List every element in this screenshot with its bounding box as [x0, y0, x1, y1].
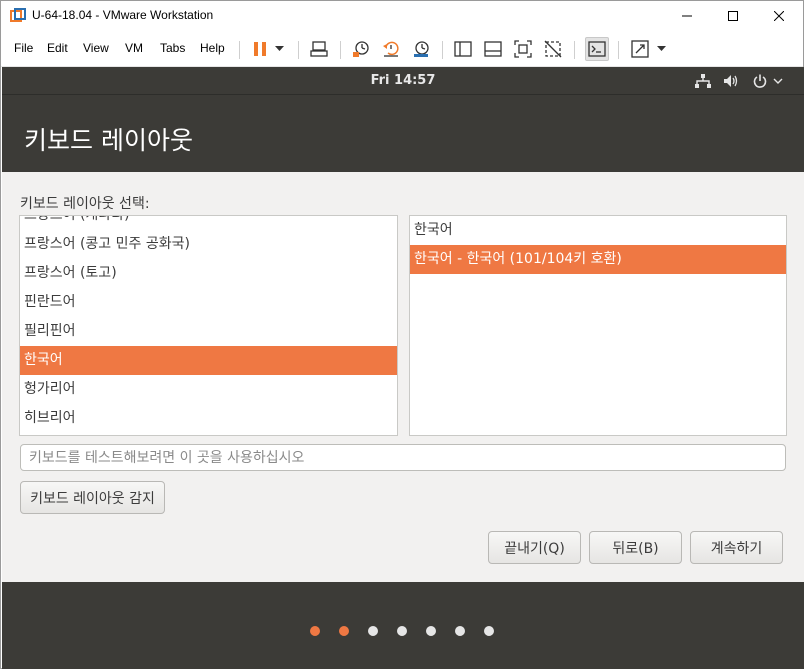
toolbar-separator — [442, 41, 443, 59]
menu-vm[interactable]: VM — [125, 41, 143, 55]
console-view-icon[interactable] — [585, 37, 609, 61]
progress-dot — [455, 626, 465, 636]
progress-dot — [397, 626, 407, 636]
vmware-window: U-64-18.04 - VMware Workstation File Edi… — [0, 0, 804, 669]
menu-file[interactable]: File — [14, 41, 33, 55]
maximize-button[interactable] — [710, 1, 756, 31]
clock[interactable]: Fri 14:57 — [2, 73, 804, 88]
installer-footer — [2, 582, 804, 669]
close-button[interactable] — [756, 1, 802, 31]
layout-item[interactable]: 프랑스어 (콩고 민주 공화국) — [20, 230, 397, 259]
menu-tabs[interactable]: Tabs — [160, 41, 185, 55]
toolbar-separator — [298, 41, 299, 59]
send-ctrl-alt-del-icon[interactable] — [307, 37, 331, 61]
guest-screen[interactable]: Fri 14:57 키보드 레이아웃 키보드 레이아웃 선택: 프랑스어 (캐나… — [2, 67, 804, 669]
chevron-down-icon[interactable] — [772, 73, 784, 89]
layout-item[interactable]: 필리핀어 — [20, 317, 397, 346]
installer-content: 키보드 레이아웃 선택: 프랑스어 (캐나다) 프랑스어 (콩고 민주 공화국)… — [2, 172, 804, 582]
progress-dot — [426, 626, 436, 636]
layout-item-selected[interactable]: 한국어 — [20, 346, 397, 375]
volume-icon[interactable] — [722, 73, 740, 89]
variant-item[interactable]: 한국어 — [410, 216, 786, 245]
layout-item[interactable]: 히브리어 — [20, 404, 397, 433]
thumbnail-bar-icon[interactable] — [481, 37, 505, 61]
library-icon[interactable] — [451, 37, 475, 61]
menu-view[interactable]: View — [83, 41, 109, 55]
dropdown-icon[interactable] — [269, 37, 289, 61]
layout-list[interactable]: 프랑스어 (캐나다) 프랑스어 (콩고 민주 공화국) 프랑스어 (토고) 핀란… — [19, 215, 398, 436]
progress-dots — [2, 626, 804, 636]
menu-edit[interactable]: Edit — [47, 41, 68, 55]
power-icon[interactable] — [751, 73, 769, 89]
fullscreen-icon[interactable] — [511, 37, 535, 61]
progress-dot — [484, 626, 494, 636]
snapshot-manager-icon[interactable] — [409, 37, 433, 61]
toolbar-separator — [574, 41, 575, 59]
menu-toolbar: File Edit View VM Tabs Help — [1, 31, 803, 67]
unity-icon[interactable] — [541, 37, 565, 61]
network-icon[interactable] — [694, 73, 712, 89]
menu-help[interactable]: Help — [200, 41, 225, 55]
variant-list[interactable]: 한국어 한국어 - 한국어 (101/104키 호환) — [409, 215, 787, 436]
title-bar: U-64-18.04 - VMware Workstation — [1, 1, 803, 31]
page-title: 키보드 레이아웃 — [24, 126, 193, 155]
progress-dot — [310, 626, 320, 636]
minimize-button[interactable] — [664, 1, 710, 31]
toolbar-separator — [239, 41, 240, 59]
snapshot-icon[interactable] — [349, 37, 373, 61]
installer-header: 키보드 레이아웃 — [2, 94, 804, 172]
toolbar-separator — [340, 41, 341, 59]
layout-item[interactable]: 헝가리어 — [20, 375, 397, 404]
keyboard-test-input[interactable] — [20, 444, 786, 471]
layout-item[interactable]: 프랑스어 (캐나다) — [20, 216, 397, 230]
vmware-app-icon — [10, 8, 26, 24]
stretch-dropdown-icon[interactable] — [651, 37, 671, 61]
layout-item[interactable]: 핀란드어 — [20, 288, 397, 317]
progress-dot — [339, 626, 349, 636]
variant-item-selected[interactable]: 한국어 - 한국어 (101/104키 호환) — [410, 245, 786, 274]
window-title: U-64-18.04 - VMware Workstation — [32, 8, 214, 22]
ubuntu-top-bar: Fri 14:57 — [2, 67, 804, 94]
revert-snapshot-icon[interactable] — [379, 37, 403, 61]
continue-button[interactable]: 계속하기 — [690, 531, 783, 564]
stretch-guest-icon[interactable] — [628, 37, 652, 61]
toolbar-separator — [618, 41, 619, 59]
layout-item[interactable]: 프랑스어 (토고) — [20, 259, 397, 288]
section-label: 키보드 레이아웃 선택: — [20, 196, 150, 212]
back-button[interactable]: 뒤로(B) — [589, 531, 682, 564]
quit-button[interactable]: 끝내기(Q) — [488, 531, 581, 564]
progress-dot — [368, 626, 378, 636]
detect-layout-button[interactable]: 키보드 레이아웃 감지 — [20, 481, 165, 514]
